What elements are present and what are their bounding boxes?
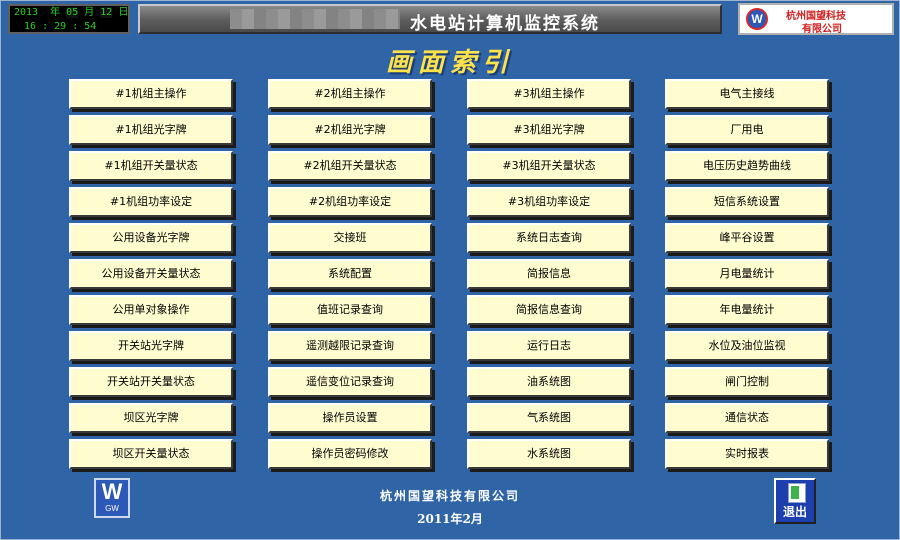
menu-button[interactable]: 遥测越限记录查询 xyxy=(268,331,432,361)
menu-button[interactable]: 坝区光字牌 xyxy=(69,403,233,433)
menu-button[interactable]: 公用设备开关量状态 xyxy=(69,259,233,289)
menu-button[interactable]: #1机组光字牌 xyxy=(69,115,233,145)
page-title: 画面索引 xyxy=(385,48,514,78)
menu-button[interactable]: 运行日志 xyxy=(467,331,631,361)
day-unit: 日 xyxy=(118,7,129,18)
menu-button[interactable]: 公用单对象操作 xyxy=(69,295,233,325)
menu-button[interactable]: 水位及油位监视 xyxy=(665,331,829,361)
menu-button[interactable]: 月电量统计 xyxy=(665,259,829,289)
redacted-region xyxy=(230,9,400,29)
day-value: 12 xyxy=(100,7,113,18)
menu-button[interactable]: 电压历史趋势曲线 xyxy=(665,151,829,181)
menu-button[interactable]: 开关站光字牌 xyxy=(69,331,233,361)
menu-button[interactable]: 气系统图 xyxy=(467,403,631,433)
menu-button[interactable]: #2机组主操作 xyxy=(268,79,432,109)
year-value: 2013 xyxy=(14,7,39,18)
company-logo-icon: W xyxy=(746,8,768,30)
menu-button[interactable]: 值班记录查询 xyxy=(268,295,432,325)
menu-button[interactable]: 公用设备光字牌 xyxy=(69,223,233,253)
minute-value: 29 xyxy=(54,21,67,32)
menu-button[interactable]: 通信状态 xyxy=(665,403,829,433)
footer-date: 2011年2月 xyxy=(417,512,483,526)
menu-button[interactable]: 油系统图 xyxy=(467,367,631,397)
month-value: 05 xyxy=(66,7,79,18)
menu-button[interactable]: 简报信息 xyxy=(467,259,631,289)
time-separator: : xyxy=(72,21,79,32)
menu-button[interactable]: 年电量统计 xyxy=(665,295,829,325)
menu-button[interactable]: #1机组主操作 xyxy=(69,79,233,109)
month-unit: 月 xyxy=(84,7,95,18)
menu-button[interactable]: 开关站开关量状态 xyxy=(69,367,233,397)
second-value: 54 xyxy=(84,21,97,32)
menu-button[interactable]: 系统日志查询 xyxy=(467,223,631,253)
menu-button[interactable]: 操作员密码修改 xyxy=(268,439,432,469)
company-logo-banner: W 杭州国望科技 有限公司 xyxy=(738,3,894,35)
menu-button[interactable]: #3机组光字牌 xyxy=(467,115,631,145)
menu-button[interactable]: 实时报表 xyxy=(665,439,829,469)
exit-button[interactable]: 退出 xyxy=(774,478,816,524)
time-separator: : xyxy=(42,21,49,32)
menu-button[interactable]: 遥信变位记录查询 xyxy=(268,367,432,397)
menu-button[interactable]: 短信系统设置 xyxy=(665,187,829,217)
menu-button[interactable]: 交接班 xyxy=(268,223,432,253)
menu-button[interactable]: 系统配置 xyxy=(268,259,432,289)
menu-button[interactable]: #1机组开关量状态 xyxy=(69,151,233,181)
menu-button[interactable]: 操作员设置 xyxy=(268,403,432,433)
menu-button[interactable]: 峰平谷设置 xyxy=(665,223,829,253)
footer-company: 杭州国望科技有限公司 xyxy=(379,489,520,503)
menu-button[interactable]: 水系统图 xyxy=(467,439,631,469)
menu-button[interactable]: 闸门控制 xyxy=(665,367,829,397)
date-time-display: 2013 年 05 月 12 日 16 : 29 : 54 xyxy=(8,4,130,34)
menu-button[interactable]: 厂用电 xyxy=(665,115,829,145)
menu-button[interactable]: #3机组功率设定 xyxy=(467,187,631,217)
title-bar: 水电站计算机监控系统 xyxy=(138,4,722,34)
menu-button[interactable]: #3机组开关量状态 xyxy=(467,151,631,181)
system-title: 水电站计算机监控系统 xyxy=(410,14,600,34)
exit-label: 退出 xyxy=(782,505,807,519)
menu-button[interactable]: 坝区开关量状态 xyxy=(69,439,233,469)
hour-value: 16 xyxy=(24,21,37,32)
menu-button[interactable]: 简报信息查询 xyxy=(467,295,631,325)
menu-button[interactable]: 电气主接线 xyxy=(665,79,829,109)
company-logo-line2: 有限公司 xyxy=(802,24,842,35)
menu-button[interactable]: #3机组主操作 xyxy=(467,79,631,109)
time-row: 16 : 29 : 54 xyxy=(24,20,128,34)
menu-button[interactable]: #1机组功率设定 xyxy=(69,187,233,217)
exit-door-icon xyxy=(788,483,806,503)
menu-button[interactable]: #2机组功率设定 xyxy=(268,187,432,217)
year-unit: 年 xyxy=(50,7,61,18)
menu-button[interactable]: #2机组开关量状态 xyxy=(268,151,432,181)
menu-button[interactable]: #2机组光字牌 xyxy=(268,115,432,145)
date-row: 2013 年 05 月 12 日 xyxy=(14,6,128,20)
